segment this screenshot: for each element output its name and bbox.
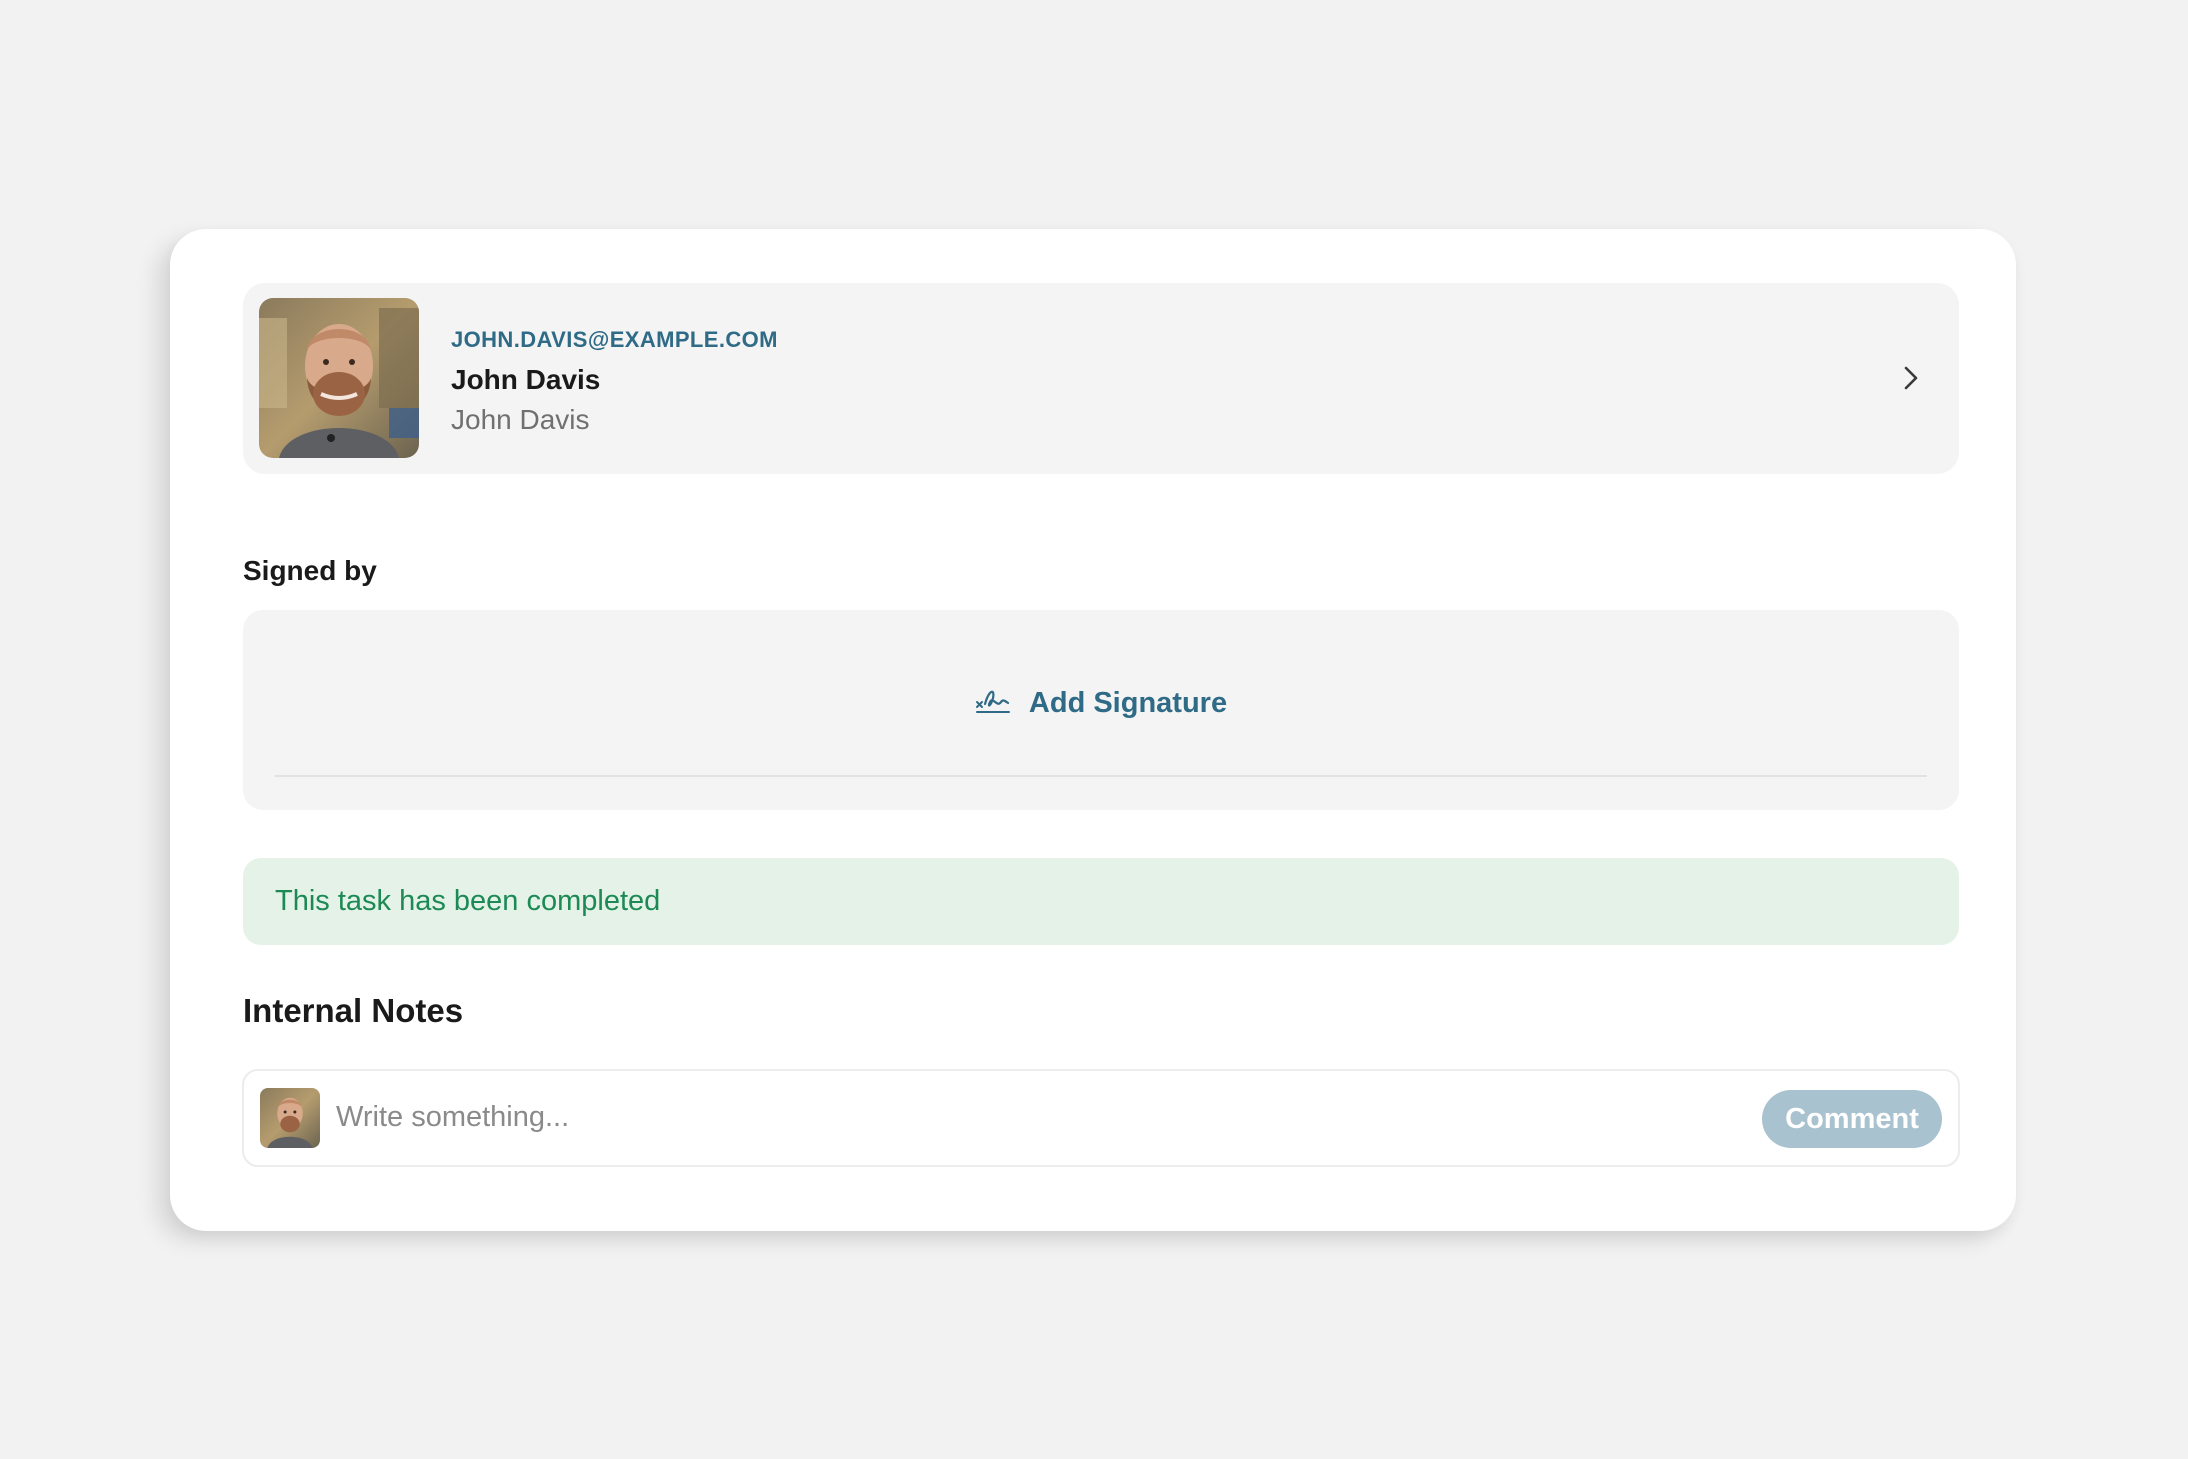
signature-area[interactable]: Add Signature xyxy=(243,610,1959,810)
status-message: This task has been completed xyxy=(275,885,661,917)
avatar xyxy=(259,298,419,458)
comment-button[interactable]: Comment xyxy=(1762,1090,1942,1148)
current-user-avatar xyxy=(260,1088,320,1148)
comment-composer: Comment xyxy=(242,1069,1960,1167)
internal-notes-title: Internal Notes xyxy=(243,992,464,1029)
assignee-info: JOHN.DAVIS@EXAMPLE.COM John Davis John D… xyxy=(451,327,778,437)
assignee-row[interactable]: JOHN.DAVIS@EXAMPLE.COM John Davis John D… xyxy=(243,283,1959,474)
assignee-name: John Davis xyxy=(451,364,601,395)
chevron-right-icon[interactable] xyxy=(1897,363,1925,393)
assignee-email: JOHN.DAVIS@EXAMPLE.COM xyxy=(451,327,778,352)
assignee-subtitle: John Davis xyxy=(451,404,590,435)
comment-input[interactable] xyxy=(336,1093,1336,1141)
completed-banner: This task has been completed xyxy=(243,858,1959,945)
task-card: JOHN.DAVIS@EXAMPLE.COM John Davis John D… xyxy=(170,229,2016,1231)
signature-line xyxy=(275,775,1927,777)
signature-icon xyxy=(975,686,1011,721)
signed-by-label: Signed by xyxy=(243,555,377,586)
add-signature-button[interactable]: Add Signature xyxy=(243,686,1959,721)
add-signature-label: Add Signature xyxy=(1028,687,1228,719)
